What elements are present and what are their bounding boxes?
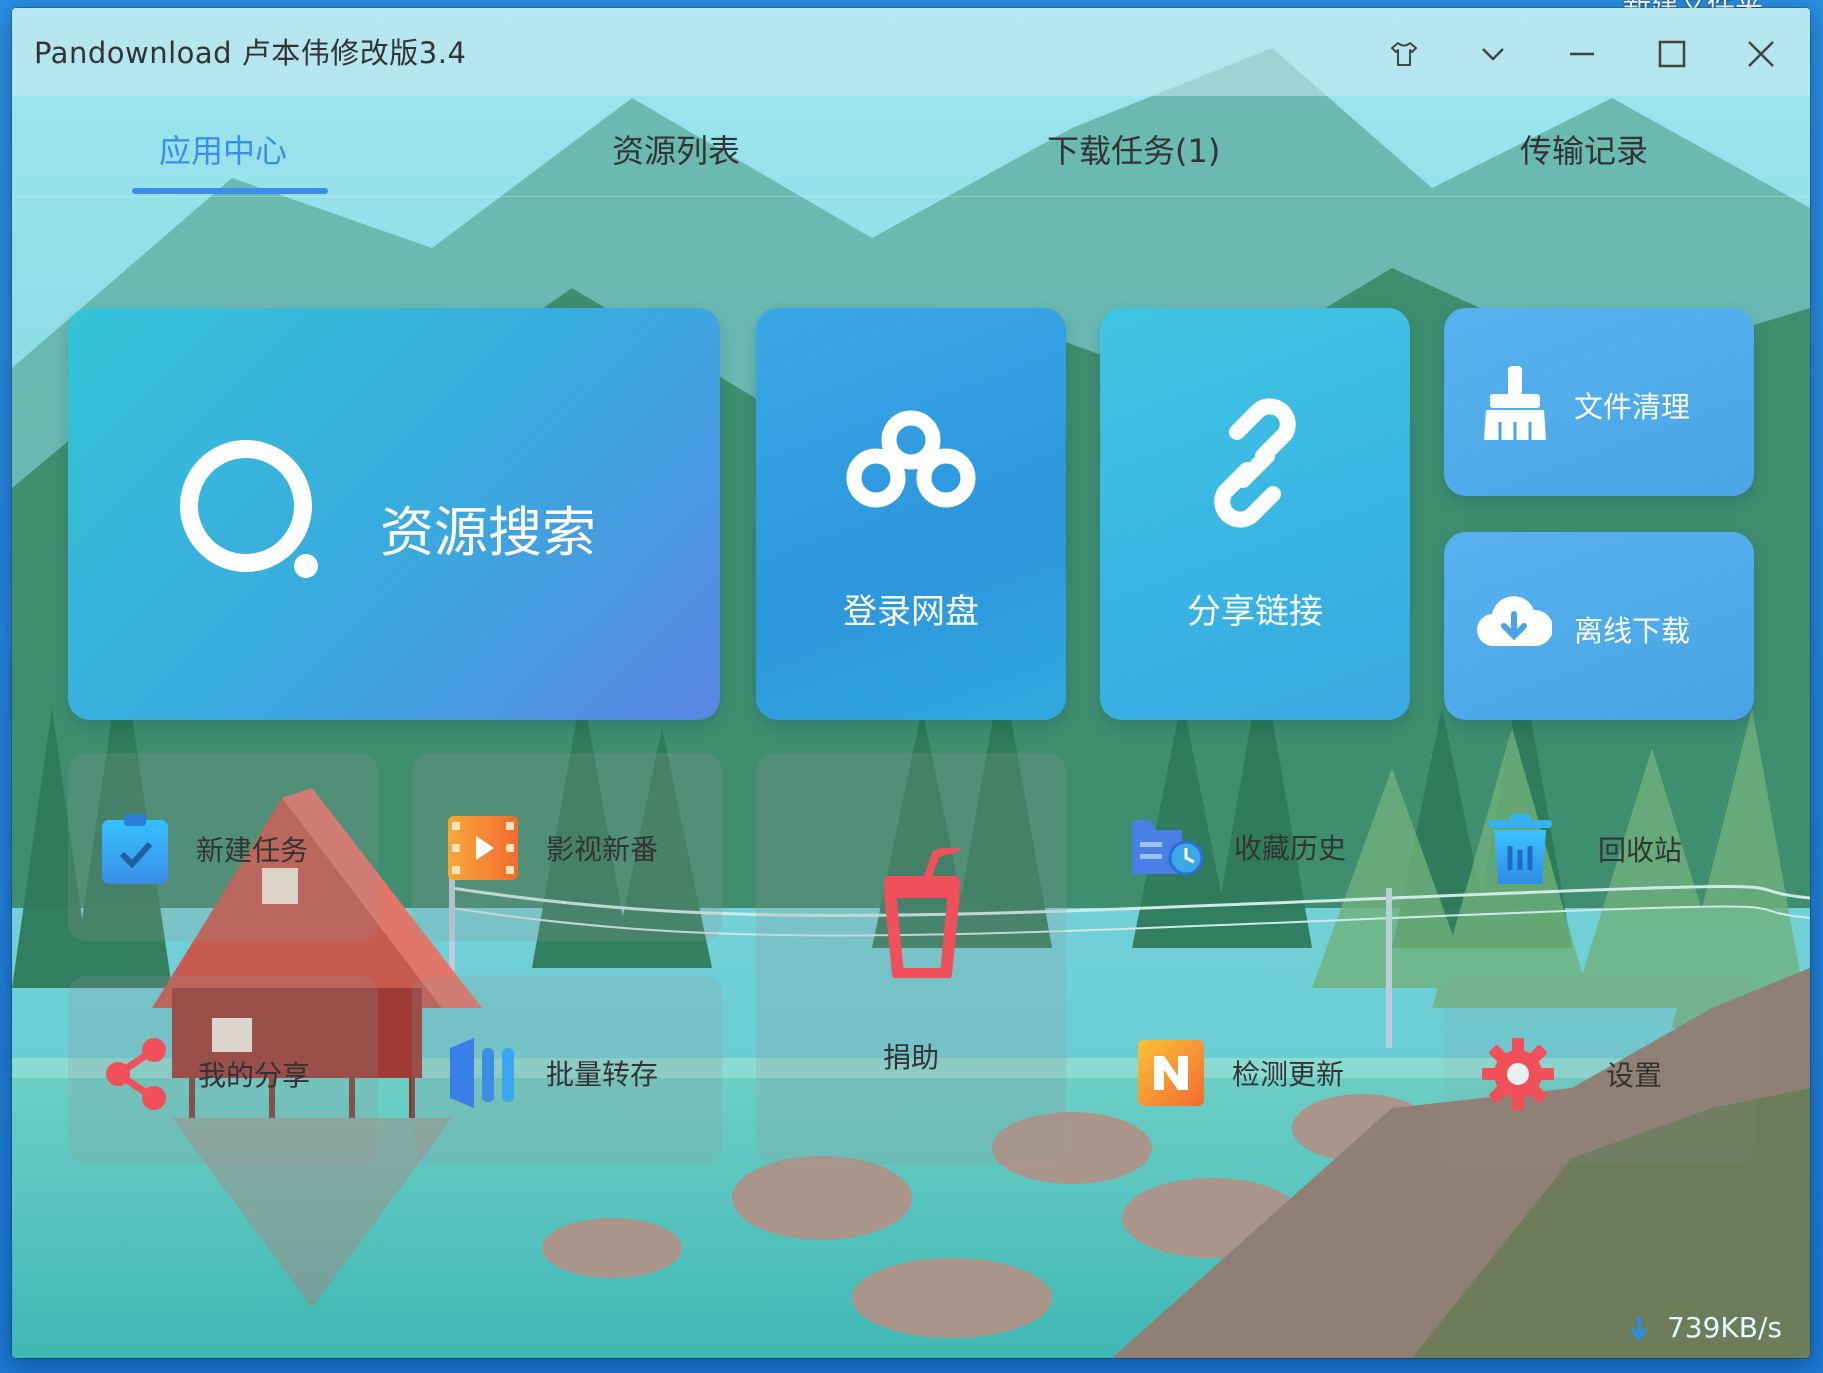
link-icon	[1214, 398, 1296, 528]
new-task-item[interactable]: 新建任务	[102, 814, 308, 884]
settings-item[interactable]: 设置	[1482, 1038, 1662, 1110]
update-n-icon	[1138, 1040, 1204, 1106]
tab-bar: 应用中心 资源列表 下载任务(1) 传输记录	[12, 96, 1810, 197]
favorites-label: 收藏历史	[1234, 832, 1347, 865]
download-speed-indicator: 739KB/s	[1629, 1311, 1782, 1344]
login-netdisk-tile[interactable]: 登录网盘	[756, 308, 1066, 720]
file-cleanup-tile[interactable]: 文件清理	[1444, 308, 1754, 496]
minimize-button[interactable]	[1558, 30, 1606, 78]
broom-icon	[1484, 366, 1546, 440]
maximize-button[interactable]	[1648, 30, 1696, 78]
clipboard-check-icon	[102, 814, 168, 884]
drink-cup-icon	[884, 848, 960, 978]
favorites-item[interactable]: 收藏历史	[1132, 816, 1346, 878]
gear-icon	[1482, 1038, 1554, 1110]
download-speed-text: 739KB/s	[1666, 1311, 1782, 1344]
recycle-label: 回收站	[1598, 834, 1683, 867]
resource-search-tile[interactable]: 资源搜索	[68, 308, 720, 720]
minimize-icon	[1570, 52, 1594, 56]
share-icon	[106, 1038, 166, 1110]
tab-resource-list[interactable]: 资源列表	[612, 126, 740, 172]
active-tab-indicator	[132, 188, 328, 194]
donate-label: 捐助	[882, 1041, 939, 1074]
my-share-item[interactable]: 我的分享	[104, 1038, 310, 1110]
update-item[interactable]: 检测更新	[1138, 1040, 1344, 1106]
menu-dropdown-button[interactable]	[1469, 30, 1517, 78]
maximize-icon	[1658, 40, 1686, 68]
tab-download-tasks[interactable]: 下载任务(1)	[1047, 126, 1220, 172]
batch-bars-icon	[450, 1038, 514, 1108]
folder-history-icon	[1132, 820, 1204, 876]
share-link-tile[interactable]: 分享链接	[1100, 308, 1410, 720]
donate-icon-wrap[interactable]	[880, 848, 964, 978]
donate-item[interactable]: 捐助	[756, 1036, 1066, 1076]
tab-transfer-records[interactable]: 传输记录	[1520, 126, 1648, 172]
recycle-item[interactable]: 回收站	[1488, 814, 1682, 884]
video-item[interactable]: 影视新番	[448, 816, 658, 880]
cloud-download-icon	[1477, 596, 1552, 647]
baidu-cloud-icon	[846, 410, 976, 508]
login-netdisk-label: 登录网盘	[843, 592, 979, 632]
skin-button[interactable]	[1380, 30, 1428, 78]
settings-label: 设置	[1606, 1059, 1663, 1092]
batch-transfer-label: 批量转存	[546, 1058, 659, 1091]
update-label: 检测更新	[1232, 1058, 1345, 1091]
file-cleanup-label: 文件清理	[1574, 390, 1691, 424]
window-title: Pandownload 卢本伟修改版3.4	[34, 36, 467, 70]
search-icon	[180, 440, 318, 578]
title-bar: Pandownload 卢本伟修改版3.4	[12, 8, 1810, 96]
batch-transfer-item[interactable]: 批量转存	[448, 1038, 658, 1108]
chevron-down-icon	[1482, 48, 1504, 61]
new-task-label: 新建任务	[196, 834, 309, 867]
film-icon	[448, 816, 518, 880]
video-label: 影视新番	[546, 833, 659, 866]
arrow-down-icon	[1630, 1315, 1648, 1341]
share-link-label: 分享链接	[1187, 592, 1323, 632]
offline-download-label: 离线下载	[1574, 614, 1691, 648]
tab-app-center[interactable]: 应用中心	[159, 126, 287, 172]
shirt-icon	[1391, 42, 1417, 66]
close-icon	[1748, 41, 1774, 67]
resource-search-label: 资源搜索	[380, 501, 596, 564]
offline-download-tile[interactable]: 离线下载	[1444, 532, 1754, 720]
trash-icon	[1488, 814, 1552, 884]
app-window: Pandownload 卢本伟修改版3.4 应用中心 资源列表 下载任务(1) …	[12, 8, 1810, 1358]
my-share-label: 我的分享	[198, 1059, 311, 1092]
close-button[interactable]	[1737, 30, 1785, 78]
